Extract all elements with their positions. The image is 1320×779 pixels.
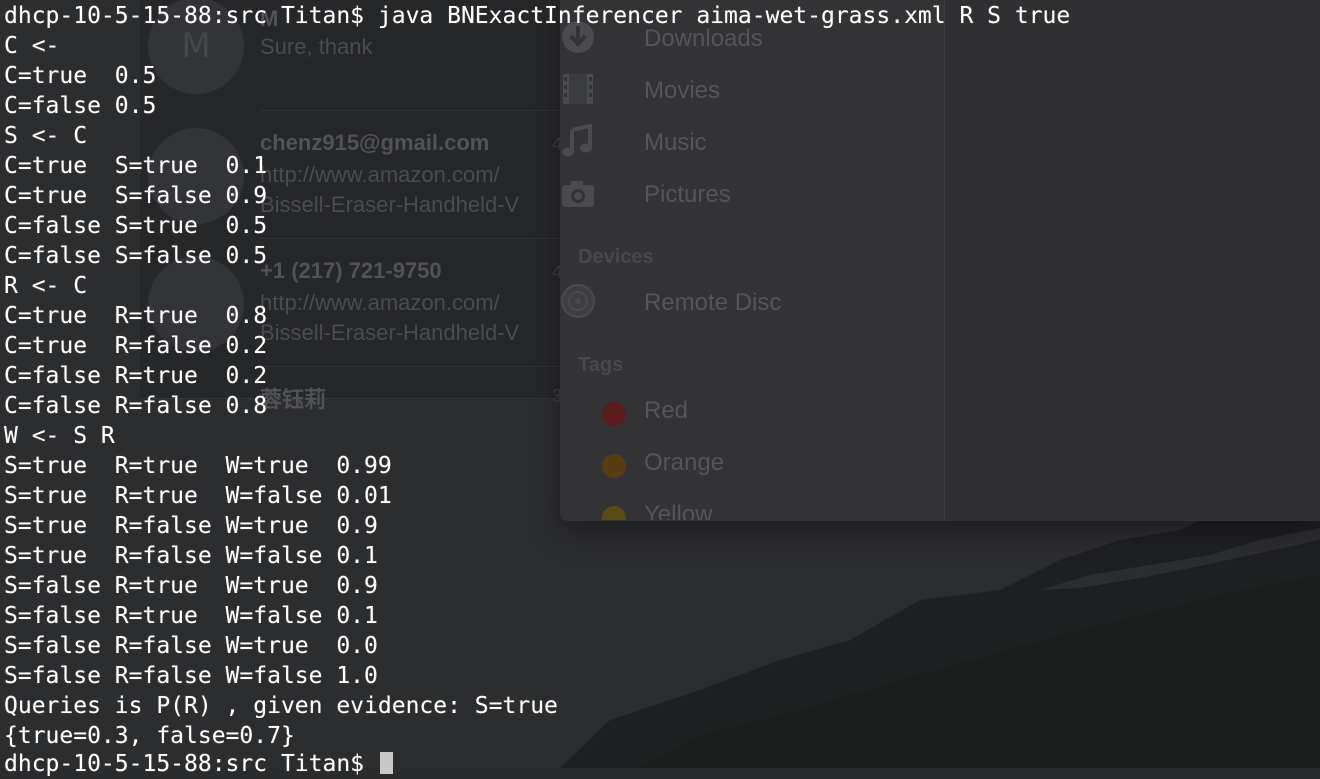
terminal-line: C=false R=false 0.8 (4, 393, 268, 419)
terminal-line: S=false R=false W=false 1.0 (4, 663, 378, 689)
terminal-line: C=false S=true 0.5 (4, 213, 268, 239)
terminal-line: C=false 0.5 (4, 93, 157, 119)
terminal-query-line: Queries is P(R) , given evidence: S=true (4, 693, 558, 719)
terminal-output[interactable]: dhcp-10-5-15-88:src Titan$ java BNExactI… (0, 0, 1320, 777)
terminal-line: S=true R=false W=false 0.1 (4, 543, 378, 569)
terminal-line: S=true R=true W=false 0.01 (4, 483, 392, 509)
terminal-line: S=true R=false W=true 0.9 (4, 513, 378, 539)
terminal-line: C=true 0.5 (4, 63, 157, 89)
terminal-line: S=false R=true W=true 0.9 (4, 573, 378, 599)
terminal-line: S=false R=true W=false 0.1 (4, 603, 378, 629)
terminal-line: S=false R=false W=true 0.0 (4, 633, 378, 659)
terminal-cursor (379, 752, 393, 774)
terminal-result-line: {true=0.3, false=0.7} (4, 723, 295, 749)
terminal-line: C=true S=false 0.9 (4, 183, 268, 209)
terminal-line: W <- S R (4, 423, 115, 449)
terminal-command-line: dhcp-10-5-15-88:src Titan$ java BNExactI… (4, 3, 1071, 29)
terminal-line: C=false R=true 0.2 (4, 363, 268, 389)
terminal-line: C=true S=true 0.1 (4, 153, 268, 179)
terminal-line: C=false S=false 0.5 (4, 243, 268, 269)
terminal-line: C=true R=true 0.8 (4, 303, 268, 329)
terminal-line: R <- C (4, 273, 88, 299)
terminal-line: S=true R=true W=true 0.99 (4, 453, 392, 479)
terminal-line: C <- (4, 33, 60, 59)
terminal-line: S <- C (4, 123, 88, 149)
terminal-line: C=true R=false 0.2 (4, 333, 268, 359)
terminal-prompt: dhcp-10-5-15-88:src Titan$ (4, 751, 378, 777)
terminal-prompt-line[interactable]: dhcp-10-5-15-88:src Titan$ (4, 749, 393, 779)
